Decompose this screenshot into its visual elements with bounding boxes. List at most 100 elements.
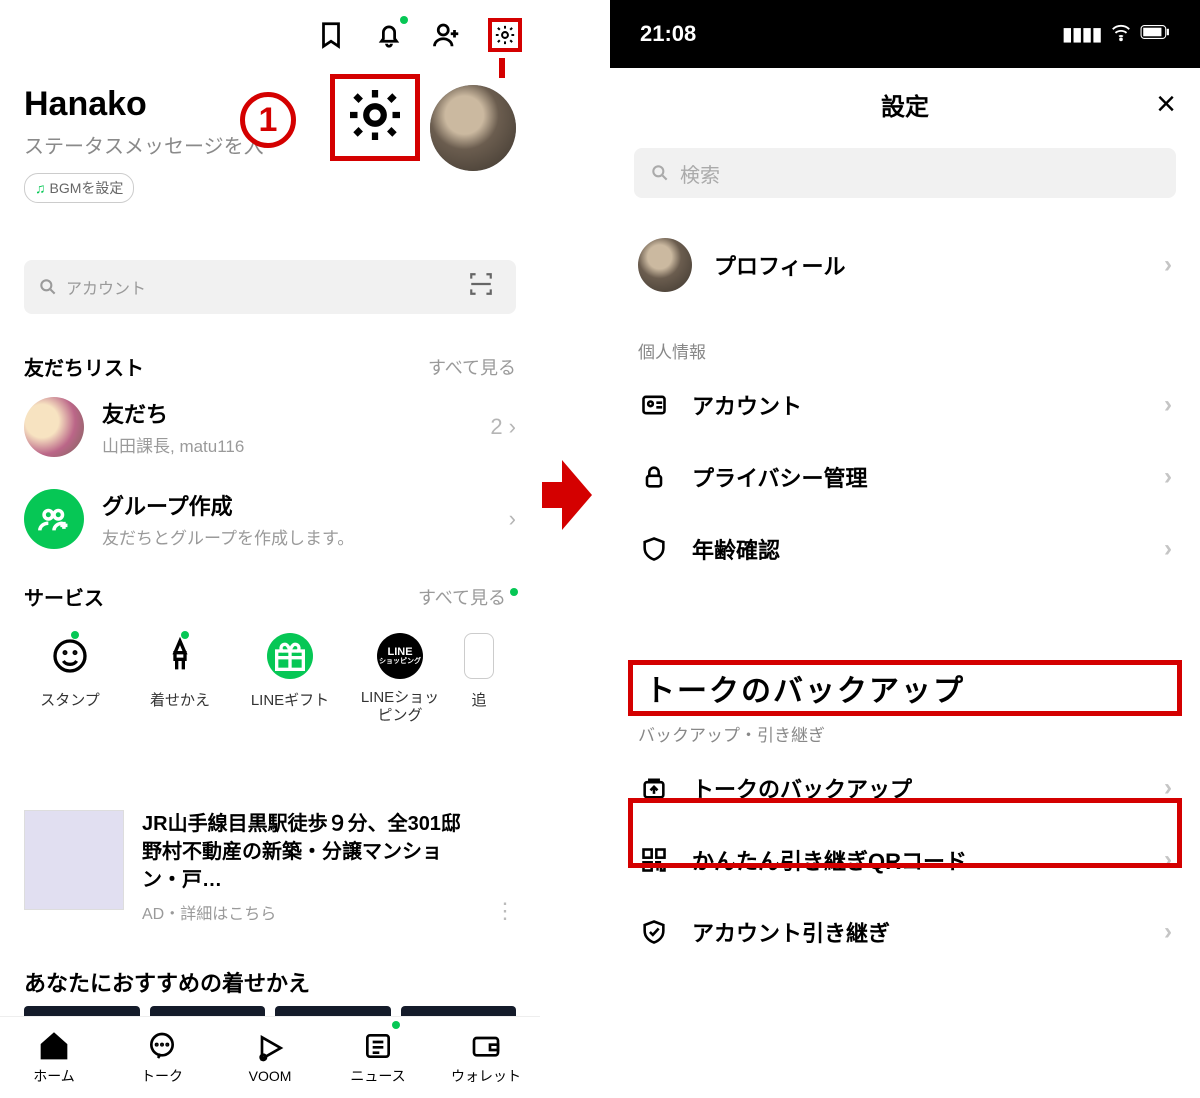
shield-icon: [638, 533, 670, 565]
ad-meta: AD・詳細はこちら: [142, 900, 476, 924]
qr-scan-icon[interactable]: [468, 271, 502, 303]
friends-row[interactable]: 友だち 山田課長, matu116 2›: [24, 381, 516, 473]
chevron-right-icon: ›: [1164, 535, 1172, 563]
ad-more-icon[interactable]: ⋮: [494, 898, 516, 924]
settings-profile-row[interactable]: プロフィール ›: [610, 218, 1200, 312]
row-label: アカウント引き継ぎ: [692, 916, 890, 948]
tab-label: ニュース: [350, 1066, 405, 1086]
bookmark-icon[interactable]: [314, 18, 348, 52]
wifi-icon: [1110, 21, 1132, 48]
settings-header: 設定 ×: [610, 68, 1200, 140]
service-shopping[interactable]: LINEショッピング LINEショッピング: [354, 633, 446, 725]
callout-2-text: トークのバックアップ: [645, 666, 965, 710]
services-see-all[interactable]: すべて見る: [418, 584, 516, 610]
bell-icon[interactable]: [372, 18, 406, 52]
section-personal: 個人情報: [610, 312, 1200, 369]
row-label: 年齢確認: [692, 533, 780, 565]
services-section: サービス すべて見る スタンプ 着せかえ LINEギフト LINEショッピング: [24, 582, 516, 725]
service-theme[interactable]: 着せかえ: [134, 633, 226, 725]
bgm-badge[interactable]: ♫ BGMを設定: [24, 173, 134, 203]
avatar-icon: [638, 238, 692, 292]
news-icon: [362, 1030, 394, 1062]
friends-section: 友だちリスト すべて見る 友だち 山田課長, matu116 2› グループ作成…: [24, 352, 516, 565]
tab-label: トーク: [141, 1066, 183, 1086]
create-group-subtitle: 友だちとグループを作成します。: [102, 524, 354, 549]
qr-icon: [638, 844, 670, 876]
tab-label: ホーム: [33, 1066, 75, 1086]
recommend-strip[interactable]: [24, 1006, 516, 1016]
step-1-badge: 1: [240, 92, 296, 148]
ad-line1: JR山手線目黒駅徒歩９分、全301邸: [142, 810, 476, 838]
service-more[interactable]: 追: [464, 633, 494, 725]
ad-thumbnail: [24, 810, 124, 910]
top-icon-row: [314, 18, 522, 52]
chevron-right-icon: ›: [1164, 846, 1172, 874]
tab-wallet[interactable]: ウォレット: [432, 1017, 540, 1098]
callout-2-label: トークのバックアップ: [628, 660, 1182, 716]
ad-block[interactable]: JR山手線目黒駅徒歩９分、全301邸 野村不動産の新築・分譲マンション・戸… A…: [24, 810, 516, 924]
tab-voom[interactable]: VOOM: [216, 1017, 324, 1098]
friends-row-title: 友だち: [102, 397, 244, 429]
service-gift[interactable]: LINEギフト: [244, 633, 336, 725]
id-card-icon: [638, 389, 670, 421]
status-bar: 21:08 ▮▮▮▮: [610, 0, 1200, 68]
tab-label: ウォレット: [451, 1066, 521, 1086]
home-icon: [38, 1030, 70, 1062]
create-group-row[interactable]: グループ作成 友だちとグループを作成します。 ›: [24, 473, 516, 565]
play-icon: [254, 1032, 286, 1064]
add-friend-icon[interactable]: [430, 18, 464, 52]
row-label: トークのバックアップ: [692, 772, 912, 804]
recommend-heading: あなたにおすすめの着せかえ: [24, 966, 310, 998]
tab-news[interactable]: ニュース: [324, 1017, 432, 1098]
service-label: LINEギフト: [244, 689, 336, 710]
settings-search[interactable]: 検索: [634, 148, 1176, 198]
brush-icon: [157, 633, 203, 679]
row-label: アカウント: [692, 389, 802, 421]
settings-gear-icon[interactable]: [488, 18, 522, 52]
chat-icon: [146, 1030, 178, 1062]
battery-icon: [1140, 24, 1170, 45]
search-icon: [650, 163, 670, 183]
settings-privacy-row[interactable]: プライバシー管理 ›: [610, 441, 1200, 513]
row-label: プライバシー管理: [692, 461, 868, 493]
tab-label: VOOM: [249, 1068, 292, 1084]
service-label: スタンプ: [24, 689, 116, 710]
home-screen: 1 Hanako ステータスメッセージを入 ♫ BGMを設定 アカウント: [0, 0, 540, 1098]
settings-account-row[interactable]: アカウント ›: [610, 369, 1200, 441]
placeholder-icon: [464, 633, 494, 679]
tab-home[interactable]: ホーム: [0, 1017, 108, 1098]
services-section-title: サービス: [24, 582, 104, 611]
chevron-right-icon: ›: [1164, 391, 1172, 419]
line-shopping-icon: LINEショッピング: [377, 633, 423, 679]
bottom-tab-bar: ホーム トーク VOOM ニュース ウォレット: [0, 1016, 540, 1098]
flow-arrow-icon: [542, 460, 590, 530]
service-stamp[interactable]: スタンプ: [24, 633, 116, 725]
ad-line2: 野村不動産の新築・分譲マンション・戸…: [142, 838, 476, 894]
shield-check-icon: [638, 916, 670, 948]
chevron-right-icon: ›: [1164, 774, 1172, 802]
search-icon: [38, 277, 58, 297]
gift-icon: [267, 633, 313, 679]
settings-talk-backup-row[interactable]: トークのバックアップ ›: [610, 752, 1200, 824]
wallet-icon: [470, 1030, 502, 1062]
friends-count: 2: [490, 414, 502, 440]
settings-age-row[interactable]: 年齢確認 ›: [610, 513, 1200, 585]
settings-search-placeholder: 検索: [680, 159, 720, 188]
settings-account-transfer-row[interactable]: アカウント引き継ぎ ›: [610, 896, 1200, 968]
profile-avatar[interactable]: [430, 85, 516, 171]
close-icon[interactable]: ×: [1156, 85, 1176, 124]
tab-talk[interactable]: トーク: [108, 1017, 216, 1098]
music-note-icon: ♫: [35, 180, 46, 196]
settings-qr-transfer-row[interactable]: かんたん引き継ぎQRコード ›: [610, 824, 1200, 896]
service-label: 着せかえ: [134, 689, 226, 710]
friends-avatar-icon: [24, 397, 84, 457]
row-label: プロフィール: [714, 249, 846, 281]
chevron-right-icon: ›: [1164, 463, 1172, 491]
friends-see-all[interactable]: すべて見る: [428, 354, 516, 380]
group-add-icon: [24, 489, 84, 549]
settings-screen: 21:08 ▮▮▮▮ 設定 × 検索 プロフィール › 個人情報 アカウント ›…: [610, 0, 1200, 1098]
home-search[interactable]: アカウント: [24, 260, 516, 314]
create-group-title: グループ作成: [102, 489, 354, 521]
lock-icon: [638, 461, 670, 493]
chevron-right-icon: ›: [1164, 251, 1172, 279]
